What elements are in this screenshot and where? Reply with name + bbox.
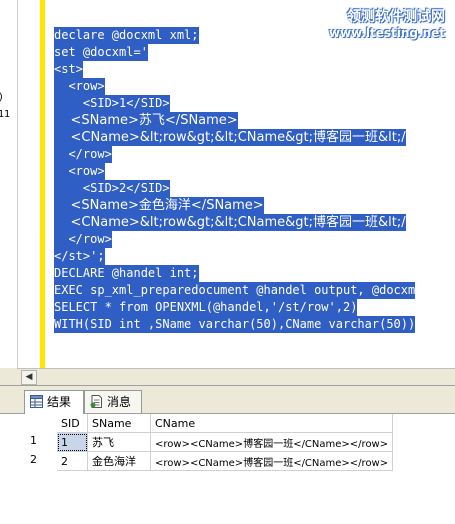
left-fragment: ) xyxy=(0,92,4,103)
grid-header-row: SID SName CName xyxy=(57,414,394,433)
code-line: <CName>&lt;row&gt;&lt;CName&gt;博客园一班&lt;… xyxy=(54,214,406,231)
scroll-left-icon[interactable]: ◀ xyxy=(21,370,37,385)
tab-messages[interactable]: 消息 xyxy=(84,390,142,413)
grid-icon xyxy=(30,395,43,408)
code-line: WITH(SID int ,SName varchar(50),CName va… xyxy=(54,316,416,333)
code-line: <row> xyxy=(54,163,105,180)
watermark-title: 领测软件测试网 xyxy=(347,9,445,25)
code-line: <SName>金色海洋</SName> xyxy=(54,197,264,214)
code-line: <st> xyxy=(54,61,83,78)
cell-cname[interactable]: <row><CName>博客园一班</CName></row> xyxy=(150,451,394,471)
left-fragment: 11 xyxy=(0,109,11,120)
change-tracking-bar xyxy=(40,0,45,368)
column-header-sid[interactable]: SID xyxy=(57,414,88,433)
table-row[interactable]: 1 苏飞 <row><CName>博客园一班</CName></row> xyxy=(57,432,394,452)
horizontal-scrollbar[interactable]: ◀ xyxy=(17,368,455,385)
cell-sid[interactable]: 1 xyxy=(57,432,88,452)
cell-sname[interactable]: 金色海洋 xyxy=(87,451,151,471)
editor-gutter xyxy=(19,0,39,368)
code-line: <row> xyxy=(54,78,105,95)
messages-icon xyxy=(90,395,102,408)
left-pane-fragment: ) 11 xyxy=(0,0,18,368)
code-line: set @docxml=' xyxy=(54,44,148,61)
query-editor[interactable]: ) 11 declare @docxml xml; set @docxml=' … xyxy=(0,0,455,368)
code-line: EXEC sp_xml_preparedocument @handel outp… xyxy=(54,282,416,299)
results-tab-bar: 结果 消息 xyxy=(0,386,455,414)
tab-messages-label: 消息 xyxy=(107,395,132,409)
code-line: <SID>2</SID> xyxy=(54,180,170,197)
results-grid[interactable]: SID SName CName 1 苏飞 <row><CName>博客园一班</… xyxy=(57,414,394,471)
code-line: <CName>&lt;row&gt;&lt;CName&gt;博客园一班&lt;… xyxy=(54,129,406,146)
code-line: </row> xyxy=(54,146,112,163)
cell-sname[interactable]: 苏飞 xyxy=(87,432,151,452)
row-number: 1 xyxy=(30,434,37,447)
tab-results[interactable]: 结果 xyxy=(24,390,84,414)
cell-cname[interactable]: <row><CName>博客园一班</CName></row> xyxy=(150,432,394,452)
column-header-sname[interactable]: SName xyxy=(87,414,151,433)
column-header-cname[interactable]: CName xyxy=(150,414,394,433)
code-line: declare @docxml xml; xyxy=(54,27,199,44)
row-number: 2 xyxy=(30,453,37,466)
code-block[interactable]: declare @docxml xml; set @docxml=' <st> … xyxy=(54,27,455,333)
row-numbers: 1 2 xyxy=(30,431,37,469)
tab-results-label: 结果 xyxy=(47,395,72,409)
cell-sid[interactable]: 2 xyxy=(57,451,88,471)
code-line: </st>'; xyxy=(54,248,105,265)
code-line: SELECT * from OPENXML(@handel,'/st/row',… xyxy=(54,299,358,316)
results-pane: 结果 消息 1 2 SID SName CName 1 苏飞 <row><CNa… xyxy=(0,385,455,524)
code-line: <SID>1</SID> xyxy=(54,95,170,112)
code-line: </row> xyxy=(54,231,112,248)
splitter-corner xyxy=(0,368,17,385)
code-line: <SName>苏飞</SName> xyxy=(54,112,238,129)
code-line: DECLARE @handel int; xyxy=(54,265,199,282)
table-row[interactable]: 2 金色海洋 <row><CName>博客园一班</CName></row> xyxy=(57,451,394,471)
